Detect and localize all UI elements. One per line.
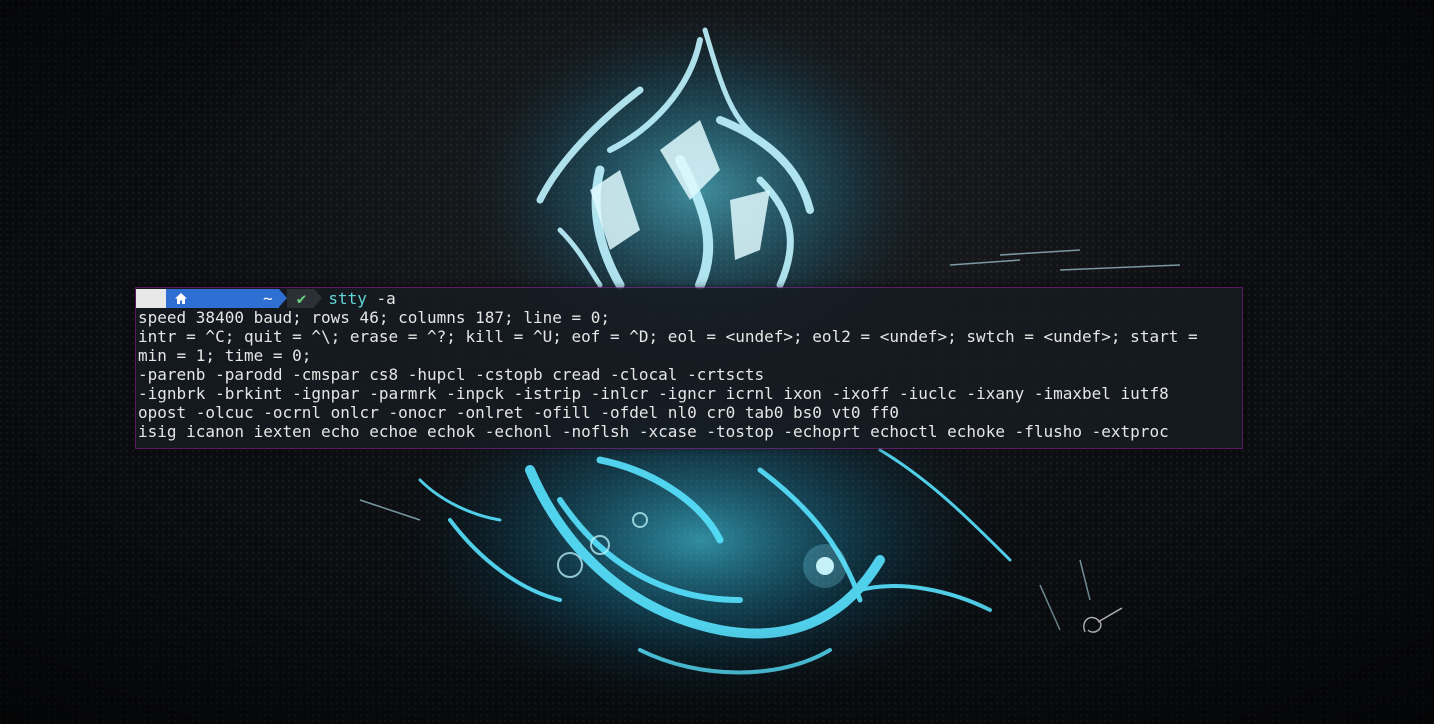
output-line: -parenb -parodd -cmspar cs8 -hupcl -csto… [138,365,765,384]
prompt-current-dir: ~ [263,288,273,308]
output-line: min = 1; time = 0; [138,346,312,365]
prompt-status-segment: ✔ [286,288,315,308]
terminal-window[interactable]: ~ ✔ stty -a speed 38400 baud; rows 46; c… [136,288,1242,448]
checkmark-icon: ✔ [296,288,307,308]
prompt-separator [314,289,323,307]
command-name: stty [328,288,367,308]
prompt-directory-segment: ~ [166,288,279,308]
output-line: -ignbrk -brkint -ignpar -parmrk -inpck -… [138,384,1169,403]
output-line: opost -olcuc -ocrnl onlcr -onocr -onlret… [138,403,899,422]
command-line[interactable]: stty -a [322,289,395,308]
shell-prompt: ~ ✔ stty -a [136,288,1242,308]
output-line: speed 38400 baud; rows 46; columns 187; … [138,308,611,327]
output-line: isig icanon iexten echo echoe echok -ech… [138,422,1169,441]
prompt-os-segment [136,288,166,308]
output-line: intr = ^C; quit = ^\; erase = ^?; kill =… [138,327,1198,346]
command-args: -a [376,288,396,308]
prompt-separator [278,289,287,307]
